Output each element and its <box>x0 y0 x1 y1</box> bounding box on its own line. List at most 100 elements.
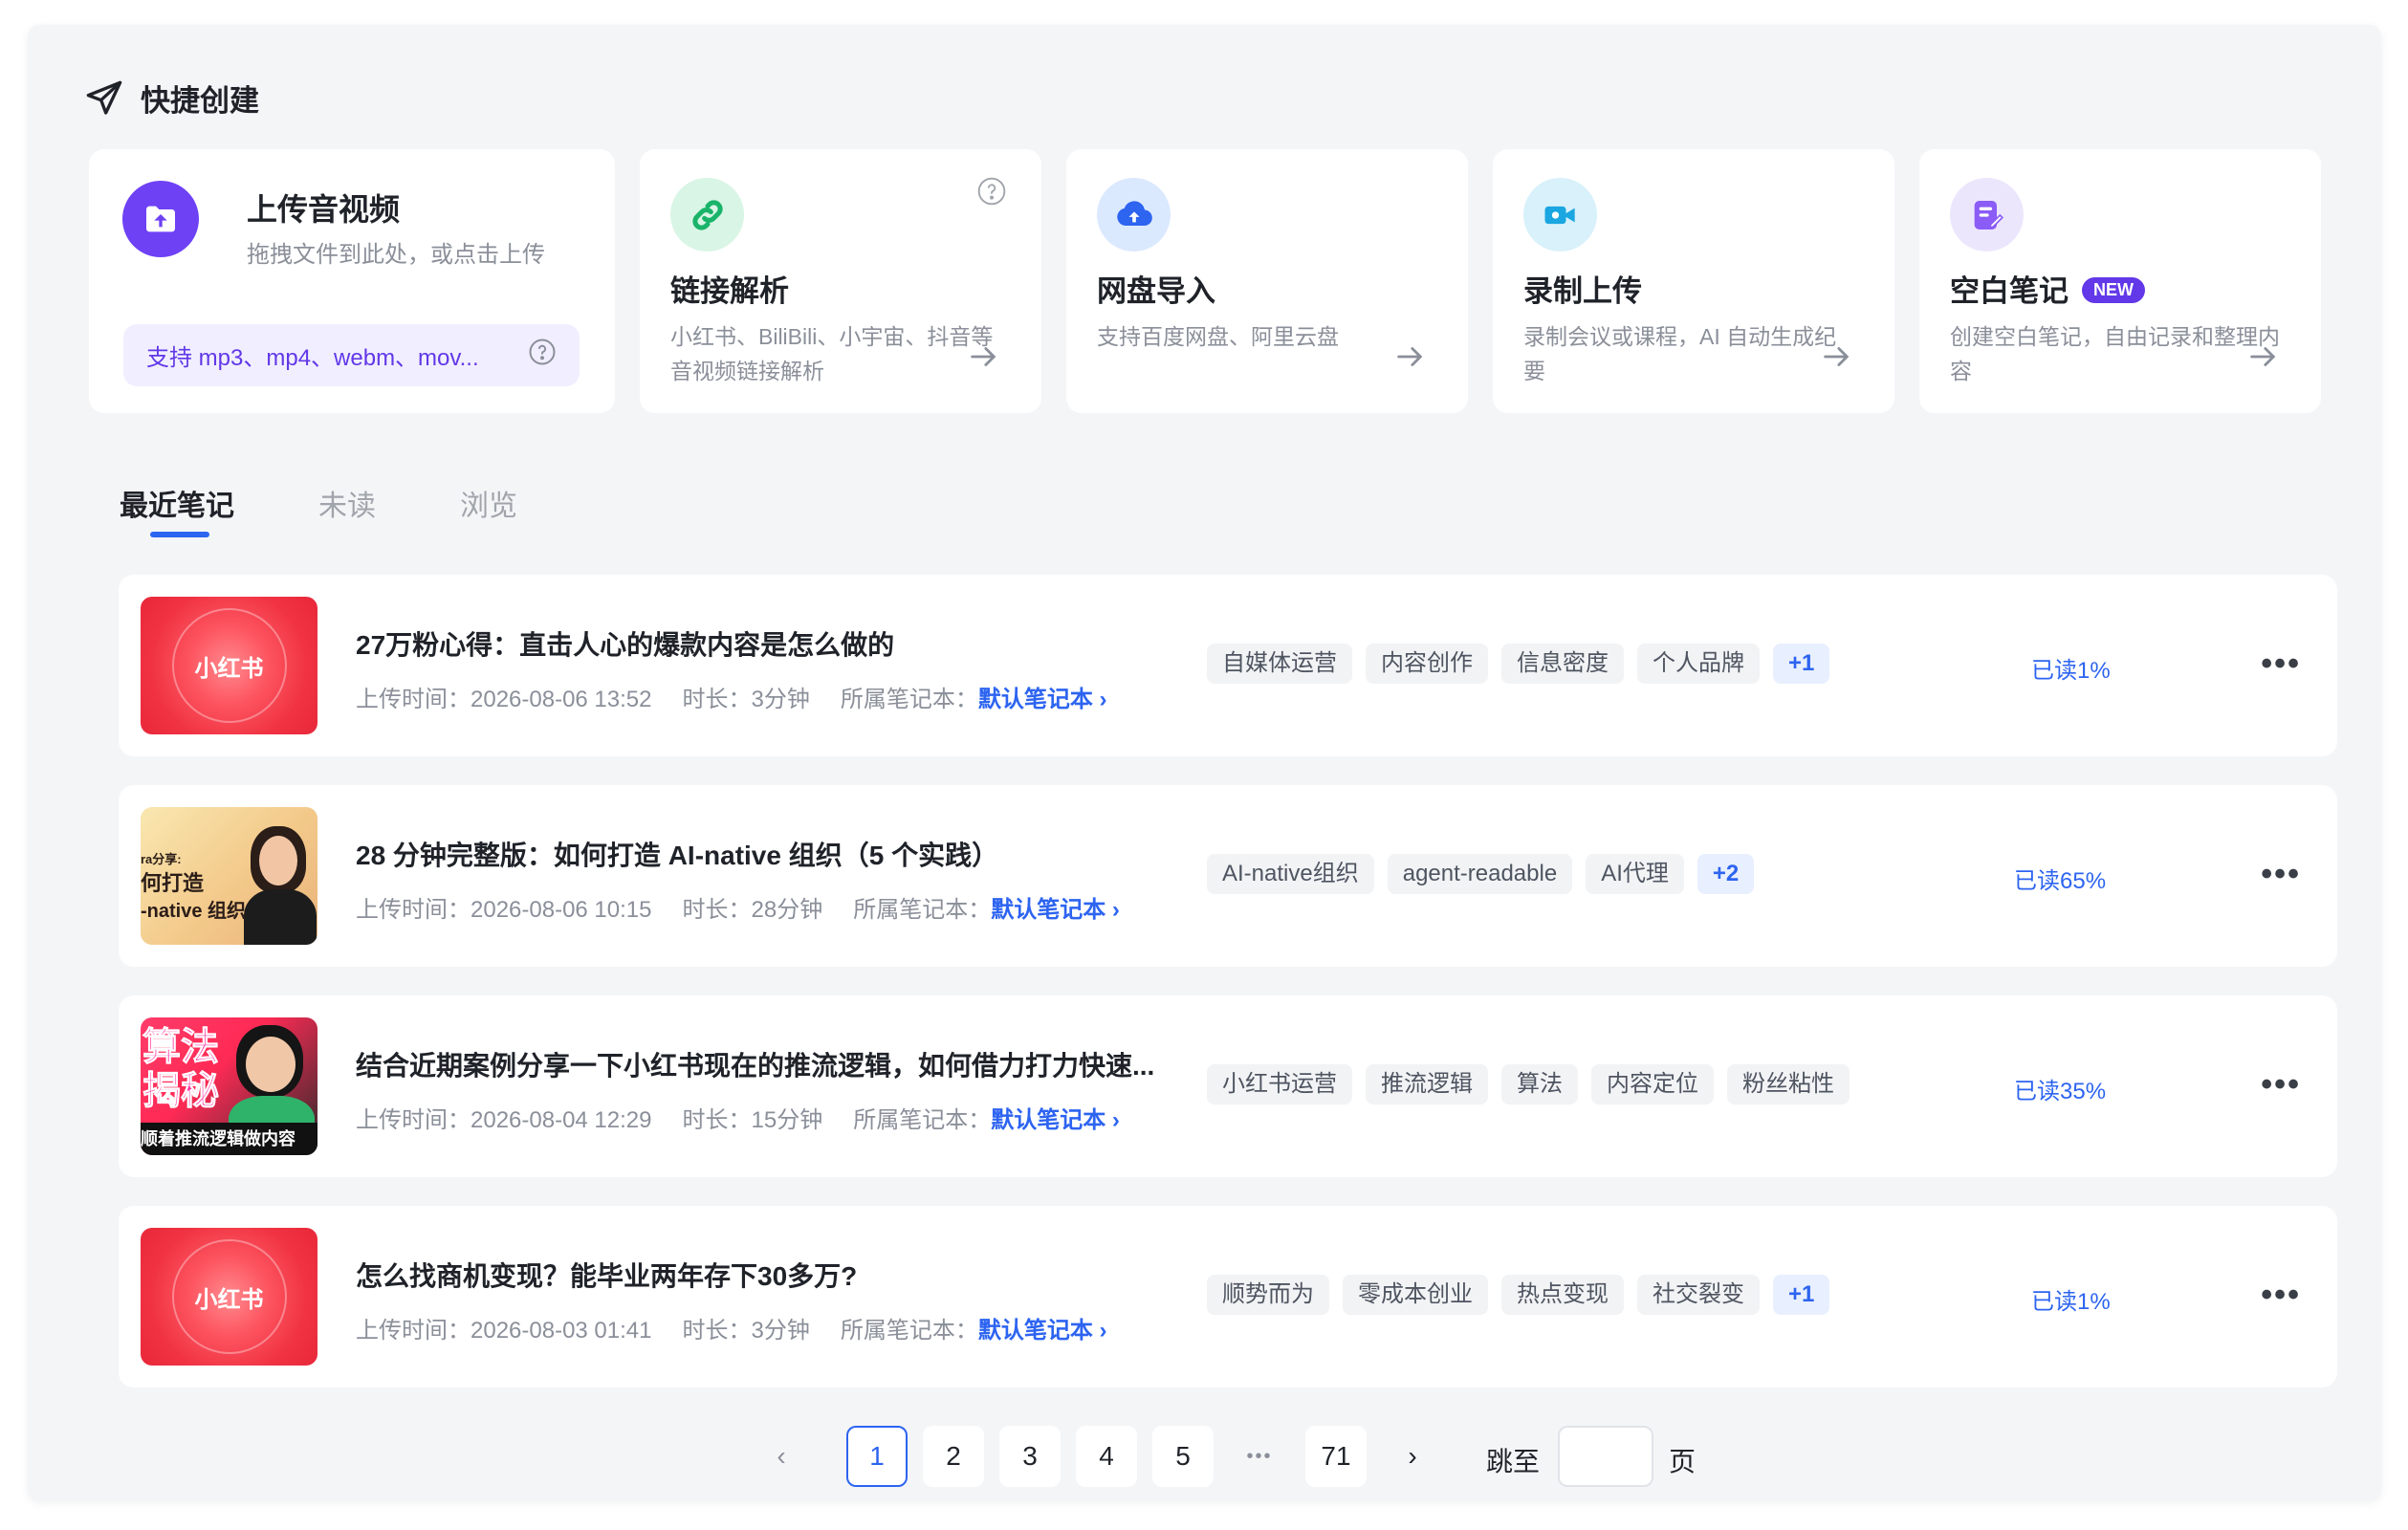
page-button-4[interactable]: 4 <box>1076 1426 1137 1487</box>
upload-card[interactable]: 上传音视频 拖拽文件到此处，或点击上传 支持 mp3、mp4、webm、mov.… <box>89 149 615 413</box>
notebook-link[interactable]: 默认笔记本 › <box>978 1318 1107 1344</box>
tab-recent[interactable]: 最近笔记 <box>120 482 234 537</box>
upload-title: 上传音视频 <box>247 192 401 227</box>
help-icon[interactable] <box>528 338 557 373</box>
tag[interactable]: 内容定位 <box>1591 1064 1714 1104</box>
note-title[interactable]: 结合近期案例分享一下小红书现在的推流逻辑，如何借力打力快速... <box>356 1045 1154 1083</box>
more-tags-badge[interactable]: +1 <box>1773 1275 1830 1315</box>
link-parse-card[interactable]: 链接解析 小红书、BiliBili、小宇宙、抖音等音视频链接解析 <box>640 149 1041 413</box>
note-title[interactable]: 怎么找商机变现？能毕业两年存下30多万? <box>356 1256 857 1294</box>
page-button-5[interactable]: 5 <box>1152 1426 1214 1487</box>
next-page-icon[interactable]: › <box>1382 1426 1443 1487</box>
page-button-1[interactable]: 1 <box>846 1426 908 1487</box>
tag[interactable]: AI代理 <box>1586 854 1684 894</box>
tag[interactable]: 社交裂变 <box>1637 1275 1760 1315</box>
new-badge: NEW <box>2082 277 2145 304</box>
tag[interactable]: 粉丝粘性 <box>1727 1064 1850 1104</box>
arrow-right-icon[interactable] <box>1820 340 1852 378</box>
tag[interactable]: 算法 <box>1501 1064 1578 1104</box>
jump-page-input[interactable] <box>1558 1426 1653 1487</box>
note-meta: 上传时间：2026-08-06 10:15 时长：28分钟 所属笔记本：默认笔记… <box>356 890 1120 924</box>
note-title[interactable]: 28 分钟完整版：如何打造 AI-native 组织（5 个实践） <box>356 835 998 873</box>
notebook: 所属笔记本：默认笔记本 › <box>853 890 1120 924</box>
note-row[interactable]: 小红书 27万粉心得：直击人心的爆款内容是怎么做的 上传时间：2026-08-0… <box>119 575 2337 756</box>
duration: 时长：28分钟 <box>682 897 823 923</box>
more-tags-badge[interactable]: +1 <box>1773 644 1830 684</box>
notebook-label: 所属笔记本： <box>840 687 978 712</box>
upload-desc: 拖拽文件到此处，或点击上传 <box>247 242 545 268</box>
card-desc: 支持百度网盘、阿里云盘 <box>1097 324 1339 349</box>
card-title: 链接解析 <box>670 274 789 308</box>
page-button-2[interactable]: 2 <box>923 1426 984 1487</box>
notebook-link[interactable]: 默认笔记本 › <box>991 897 1120 923</box>
notebook: 所属笔记本：默认笔记本 › <box>853 1101 1120 1134</box>
help-icon[interactable] <box>976 176 1007 211</box>
card-title: 录制上传 <box>1523 274 1642 308</box>
note-meta: 上传时间：2026-08-03 01:41 时长：3分钟 所属笔记本：默认笔记本… <box>356 1311 1107 1344</box>
notebook-link[interactable]: 默认笔记本 › <box>978 687 1107 712</box>
quick-create-title: 快捷创建 <box>141 84 259 118</box>
tag[interactable]: 热点变现 <box>1501 1275 1624 1315</box>
send-icon <box>85 79 123 118</box>
pagination-ellipsis[interactable]: ••• <box>1229 1426 1290 1487</box>
blank-note-card[interactable]: 空白笔记 NEW 创建空白笔记，自由记录和整理内容 <box>1919 149 2321 413</box>
note-row[interactable]: 算法 揭秘 顺着推流逻辑做内容 结合近期案例分享一下小红书现在的推流逻辑，如何借… <box>119 995 2337 1177</box>
record-upload-card[interactable]: 录制上传 录制会议或课程，AI 自动生成纪要 <box>1493 149 1894 413</box>
card-title: 空白笔记 NEW <box>1950 267 2145 310</box>
tag[interactable]: 自媒体运营 <box>1207 644 1352 684</box>
upload-folder-icon <box>122 181 199 257</box>
upload-time: 上传时间：2026-08-06 13:52 <box>356 687 652 712</box>
note-title[interactable]: 27万粉心得：直击人心的爆款内容是怎么做的 <box>356 624 894 663</box>
card-desc: 录制会议或课程，AI 自动生成纪要 <box>1523 324 1837 383</box>
thumbnail-line: 顺着推流逻辑做内容 <box>141 1123 317 1155</box>
card-desc: 创建空白笔记，自由记录和整理内容 <box>1950 324 2280 383</box>
main-panel: 快捷创建 上传音视频 拖拽文件到此处，或点击上传 支持 mp3、mp4、webm… <box>28 25 2381 1501</box>
note-meta: 上传时间：2026-08-04 12:29 时长：15分钟 所属笔记本：默认笔记… <box>356 1101 1120 1134</box>
arrow-right-icon[interactable] <box>1393 340 1426 378</box>
tag-list: 小红书运营 推流逻辑 算法 内容定位 粉丝粘性 <box>1207 1064 1850 1104</box>
video-camera-icon <box>1523 178 1597 251</box>
arrow-right-icon[interactable] <box>967 340 999 378</box>
thumbnail-line: ra分享: <box>141 852 182 866</box>
edit-note-icon <box>1950 178 2024 251</box>
prev-page-icon[interactable]: ‹ <box>751 1426 812 1487</box>
cloud-import-card[interactable]: 网盘导入 支持百度网盘、阿里云盘 <box>1066 149 1468 413</box>
read-progress: 已读1% <box>2031 1289 2111 1315</box>
page-button-3[interactable]: 3 <box>999 1426 1061 1487</box>
more-tags-badge[interactable]: +2 <box>1697 854 1755 894</box>
tag[interactable]: AI-native组织 <box>1207 854 1374 894</box>
read-progress: 已读35% <box>2014 1079 2107 1104</box>
tab-unread[interactable]: 未读 <box>318 482 376 524</box>
more-options-icon[interactable]: ••• <box>2261 1277 2301 1314</box>
tag[interactable]: 信息密度 <box>1501 644 1624 684</box>
link-icon <box>670 178 744 251</box>
note-row[interactable]: ra分享: 何打造 -native 组织 28 分钟完整版：如何打造 AI-na… <box>119 785 2337 967</box>
tag[interactable]: 推流逻辑 <box>1366 1064 1488 1104</box>
notebook: 所属笔记本：默认笔记本 › <box>841 1311 1107 1344</box>
page-button-last[interactable]: 71 <box>1305 1426 1367 1487</box>
card-desc: 小红书、BiliBili、小宇宙、抖音等音视频链接解析 <box>670 324 994 383</box>
thumbnail-line: 何打造 <box>141 871 205 895</box>
read-progress: 已读1% <box>2031 658 2111 684</box>
person-face <box>246 1037 296 1092</box>
tag[interactable]: 内容创作 <box>1366 644 1488 684</box>
read-progress: 已读65% <box>2014 868 2107 894</box>
tag[interactable]: 零成本创业 <box>1343 1275 1488 1315</box>
arrow-right-icon[interactable] <box>2246 340 2279 378</box>
tag[interactable]: 个人品牌 <box>1637 644 1760 684</box>
more-options-icon[interactable]: ••• <box>2261 856 2301 893</box>
card-title: 网盘导入 <box>1097 274 1215 308</box>
notebook-link[interactable]: 默认笔记本 › <box>991 1107 1120 1133</box>
more-options-icon[interactable]: ••• <box>2261 1066 2301 1104</box>
tab-browse[interactable]: 浏览 <box>460 482 517 524</box>
duration: 时长：15分钟 <box>682 1107 823 1133</box>
thumbnail: 小红书 <box>141 1228 317 1366</box>
more-options-icon[interactable]: ••• <box>2261 645 2301 683</box>
thumbnail: 算法 揭秘 顺着推流逻辑做内容 <box>141 1017 317 1155</box>
card-title-text: 空白笔记 <box>1950 274 2069 308</box>
note-row[interactable]: 小红书 怎么找商机变现？能毕业两年存下30多万? 上传时间：2026-08-03… <box>119 1206 2337 1388</box>
tag[interactable]: 顺势而为 <box>1207 1275 1329 1315</box>
tag[interactable]: agent-readable <box>1387 854 1573 894</box>
thumbnail: ra分享: 何打造 -native 组织 <box>141 807 317 945</box>
tag[interactable]: 小红书运营 <box>1207 1064 1352 1104</box>
